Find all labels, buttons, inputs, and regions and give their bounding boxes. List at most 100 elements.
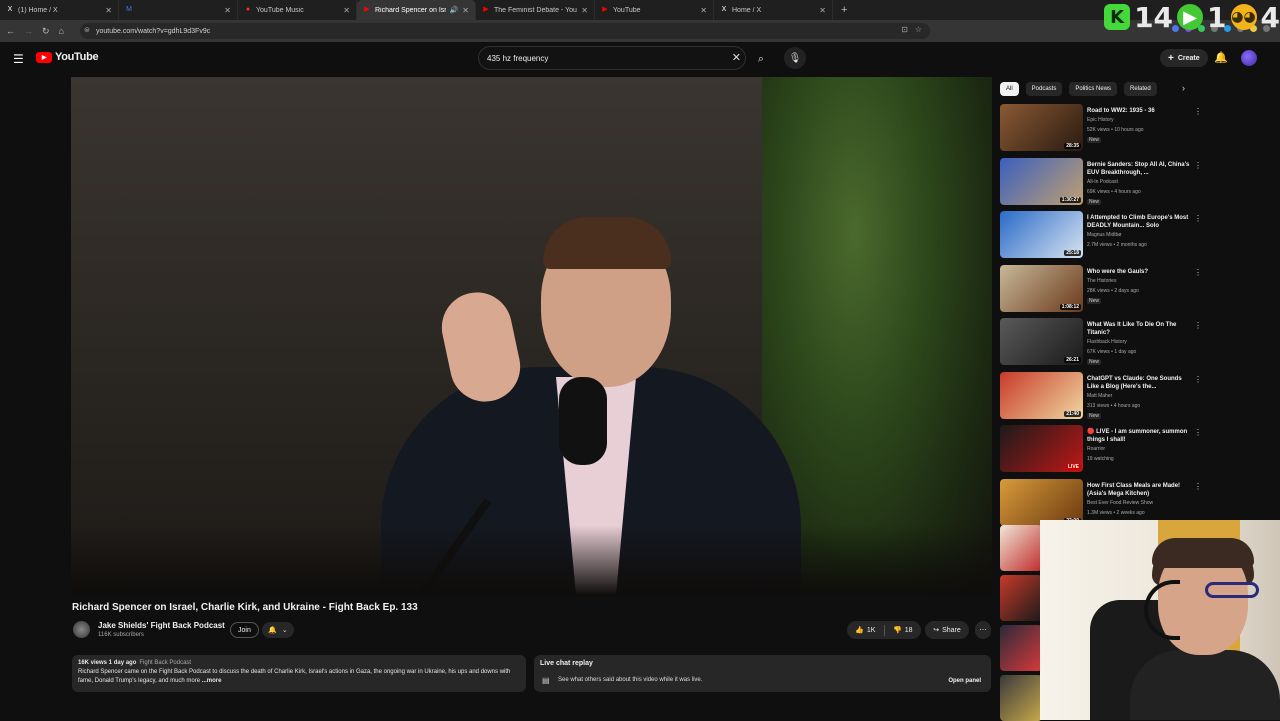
forward-icon[interactable]: → bbox=[24, 26, 33, 36]
more-vertical-icon[interactable]: ⋮ bbox=[1194, 214, 1202, 223]
close-tab-icon[interactable]: ✕ bbox=[700, 6, 707, 15]
new-badge: New bbox=[1087, 137, 1102, 143]
recommendation-channel[interactable]: Roarrior bbox=[1087, 446, 1105, 452]
filter-chip[interactable]: Related bbox=[1124, 82, 1157, 96]
hamburger-menu-icon[interactable]: ☰ bbox=[13, 52, 24, 66]
recommendation-item[interactable]: LIVE 🔴 LIVE - I am summoner, summon thing… bbox=[1000, 425, 1205, 479]
recommendation-item[interactable]: 26:21 What Was It Like To Die On The Tita… bbox=[1000, 318, 1205, 372]
browser-tab[interactable]: X (1) Home / X ✕ bbox=[0, 0, 119, 20]
browser-tab[interactable]: ▶ YouTube ✕ bbox=[595, 0, 714, 20]
chevron-right-icon[interactable]: › bbox=[1182, 83, 1185, 93]
recommendation-thumbnail[interactable]: 22:09 bbox=[1000, 478, 1083, 526]
close-tab-icon[interactable]: ✕ bbox=[343, 6, 350, 15]
more-vertical-icon[interactable]: ⋮ bbox=[1194, 161, 1202, 170]
recommendation-channel[interactable]: Epic History bbox=[1087, 117, 1114, 123]
recommendation-thumbnail[interactable]: 28:35 bbox=[1000, 104, 1083, 151]
create-button[interactable]: + Create bbox=[1160, 49, 1208, 67]
recommendation-title: Road to WW2: 1935 - 36 bbox=[1087, 108, 1155, 114]
install-icon[interactable]: ⊡ bbox=[901, 25, 908, 34]
recommendation-stats: 28K views • 2 days ago bbox=[1087, 287, 1139, 294]
recommendation-title: How First Class Meals are Made! (Asia's … bbox=[1087, 482, 1181, 497]
recommendation-thumbnail[interactable] bbox=[1000, 625, 1042, 671]
speaker-icon[interactable]: 🔊 bbox=[450, 6, 459, 14]
more-vertical-icon[interactable]: ⋮ bbox=[1194, 268, 1202, 277]
reload-icon[interactable]: ↻ bbox=[42, 26, 50, 37]
browser-tab[interactable]: ▶ Richard Spencer on Israel, 🔊✕ bbox=[357, 0, 476, 20]
recommendation-thumbnail[interactable]: 26:21 bbox=[1000, 318, 1083, 365]
video-player[interactable] bbox=[71, 77, 992, 595]
description-tag[interactable]: Fight Back Podcast bbox=[139, 660, 191, 666]
site-info-icon[interactable]: ⊜ bbox=[84, 26, 90, 34]
close-tab-icon[interactable]: ✕ bbox=[819, 6, 826, 15]
duration-badge: 25:18 bbox=[1064, 250, 1081, 256]
open-panel-button[interactable]: Open panel bbox=[942, 674, 987, 687]
home-icon[interactable]: ⌂ bbox=[59, 26, 64, 36]
recommendation-item[interactable]: 21:40 ChatGPT vs Claude: One Sounds Like … bbox=[1000, 371, 1205, 426]
more-vertical-icon[interactable]: ⋮ bbox=[1194, 375, 1202, 384]
filter-chip[interactable]: Politics News bbox=[1069, 82, 1118, 96]
channel-name[interactable]: Jake Shields' Fight Back Podcast bbox=[98, 621, 225, 630]
share-label: Share bbox=[942, 626, 961, 634]
recommendation-item[interactable]: 25:18 I Attempted to Climb Europe's Most … bbox=[1000, 211, 1205, 265]
duration-badge: 28:35 bbox=[1064, 143, 1081, 149]
close-tab-icon[interactable]: ✕ bbox=[105, 6, 112, 15]
recommendation-item[interactable]: 28:35 Road to WW2: 1935 - 36 Epic History 5… bbox=[1000, 104, 1205, 158]
recommendation-thumbnail[interactable]: 1:30:27 bbox=[1000, 157, 1083, 205]
account-avatar[interactable] bbox=[1241, 50, 1257, 66]
like-dislike-group: 👍 1K 👎 18 bbox=[847, 621, 921, 639]
streamer-webcam bbox=[1040, 520, 1280, 720]
recommendation-thumbnail[interactable] bbox=[1000, 675, 1042, 721]
filter-chip[interactable]: All bbox=[1000, 82, 1019, 96]
bookmark-star-icon[interactable]: ☆ bbox=[915, 25, 922, 34]
recommendation-thumbnail[interactable] bbox=[1000, 575, 1042, 621]
recommendation-thumbnail[interactable] bbox=[1000, 525, 1042, 571]
close-tab-icon[interactable]: ✕ bbox=[462, 6, 469, 15]
browser-tab[interactable]: ● YouTube Music ✕ bbox=[238, 0, 357, 20]
browser-tab[interactable]: ▶ The Feminist Debate - YouTube ✕ bbox=[476, 0, 595, 20]
like-button[interactable]: 👍 1K bbox=[847, 621, 884, 639]
recommendation-thumbnail[interactable]: 25:18 bbox=[1000, 211, 1083, 258]
join-button[interactable]: Join bbox=[230, 622, 259, 638]
recommendation-channel[interactable]: The Histories bbox=[1087, 278, 1116, 284]
microphone-icon: 🎙 bbox=[788, 52, 802, 64]
more-vertical-icon[interactable]: ⋮ bbox=[1194, 482, 1202, 491]
recommendation-item[interactable]: 1:08:12 Who were the Gauls? The Histories 2… bbox=[1000, 264, 1205, 319]
share-button[interactable]: ↪ Share bbox=[925, 621, 969, 639]
browser-tab[interactable]: X Home / X ✕ bbox=[714, 0, 833, 20]
recommendation-thumbnail[interactable]: 21:40 bbox=[1000, 371, 1083, 419]
back-icon[interactable]: ← bbox=[6, 26, 15, 36]
close-tab-icon[interactable]: ✕ bbox=[224, 6, 231, 15]
show-more-link[interactable]: ...more bbox=[202, 678, 222, 684]
dislike-button[interactable]: 👎 18 bbox=[885, 621, 922, 639]
recommendation-thumbnail[interactable]: LIVE bbox=[1000, 425, 1083, 472]
description-box[interactable]: 16K views 1 day ago Fight Back Podcast Ri… bbox=[72, 655, 526, 692]
close-tab-icon[interactable]: ✕ bbox=[581, 6, 588, 15]
recommendations-list: 28:35 Road to WW2: 1935 - 36 Epic History 5… bbox=[1000, 104, 1205, 532]
search-button[interactable]: ⌕ bbox=[750, 48, 772, 70]
subscription-bell-button[interactable]: 🔔 ⌄ bbox=[262, 622, 294, 638]
youtube-logo-text: YouTube bbox=[55, 51, 99, 63]
filter-chip[interactable]: Podcasts bbox=[1025, 82, 1063, 96]
recommendation-item[interactable]: 1:30:27 Bernie Sanders: Stop All AI, Chin… bbox=[1000, 157, 1205, 212]
recommendation-channel[interactable]: Flashback History bbox=[1087, 339, 1127, 345]
more-actions-button[interactable]: ⋯ bbox=[975, 621, 991, 639]
duration-badge: 1:30:27 bbox=[1059, 196, 1081, 203]
recommendation-channel[interactable]: All-In Podcast bbox=[1087, 179, 1118, 185]
recommendation-thumbnail[interactable]: 1:08:12 bbox=[1000, 264, 1083, 312]
clear-search-icon[interactable]: ✕ bbox=[732, 51, 741, 64]
play-icon: ▶ bbox=[1177, 4, 1204, 30]
browser-tab[interactable]: M ✕ bbox=[119, 0, 238, 20]
more-vertical-icon[interactable]: ⋮ bbox=[1194, 428, 1202, 437]
new-tab-icon[interactable]: + bbox=[841, 4, 847, 16]
voice-search-button[interactable]: 🎙 bbox=[784, 47, 806, 69]
notifications-bell-icon[interactable]: 🔔 bbox=[1214, 51, 1228, 64]
address-bar[interactable]: ⊜ youtube.com/watch?v=gdhL9d3Fv9c ⊡ ☆ bbox=[80, 23, 930, 39]
more-vertical-icon[interactable]: ⋮ bbox=[1194, 321, 1202, 330]
youtube-logo[interactable]: ▶ YouTube bbox=[36, 51, 99, 63]
recommendation-channel[interactable]: Magnus Midtbø bbox=[1087, 232, 1121, 238]
recommendation-channel[interactable]: Matt Maher bbox=[1087, 393, 1112, 399]
more-vertical-icon[interactable]: ⋮ bbox=[1194, 107, 1202, 116]
search-input[interactable]: 435 hz frequency ✕ bbox=[478, 46, 746, 70]
recommendation-channel[interactable]: Best Ever Food Review Show bbox=[1087, 500, 1153, 506]
channel-avatar[interactable] bbox=[73, 621, 90, 638]
